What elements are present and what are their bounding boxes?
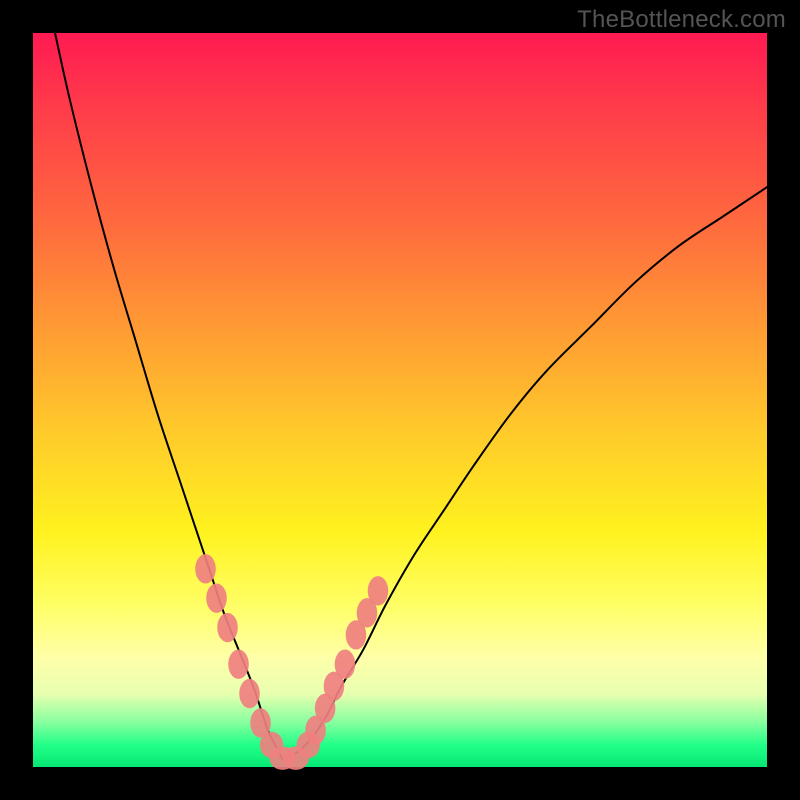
trough-bead <box>335 650 356 679</box>
watermark-text: TheBottleneck.com <box>577 6 786 34</box>
trough-bead <box>206 584 227 613</box>
trough-bead <box>239 679 260 708</box>
trough-bead <box>228 650 249 679</box>
curve-layer <box>33 33 767 767</box>
chart-frame: TheBottleneck.com <box>0 0 800 800</box>
curve-right-branch <box>283 187 767 760</box>
trough-beads-group <box>195 554 388 770</box>
trough-bead <box>368 576 389 605</box>
trough-bead <box>217 613 238 642</box>
trough-bead <box>195 554 216 583</box>
curve-left-branch <box>55 33 283 760</box>
